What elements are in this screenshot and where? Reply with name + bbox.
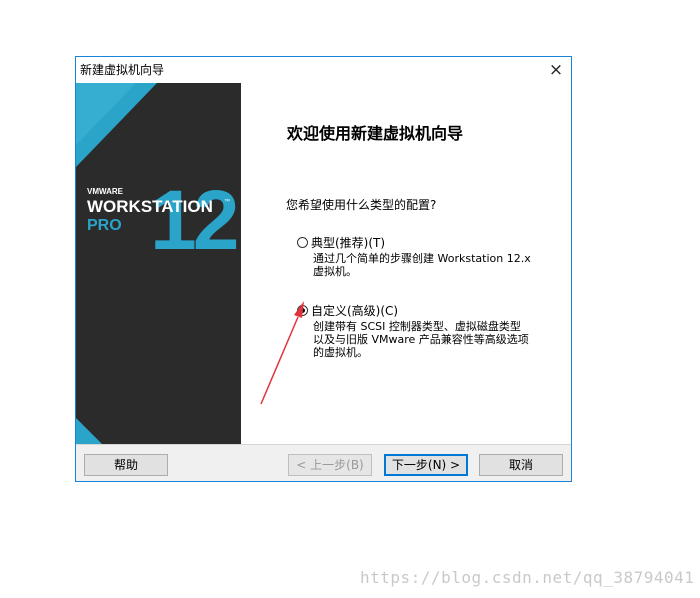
page-title: 欢迎使用新建虚拟机向导 — [287, 124, 464, 143]
workstation-logo: 12 VMWARE WORKSTATION ™ PRO — [76, 83, 241, 444]
back-button[interactable]: < 上一步(B) — [288, 454, 372, 476]
custom-description-line: 创建带有 SCSI 控制器类型、虚拟磁盘类型 — [313, 320, 521, 333]
custom-option[interactable]: 自定义(高级)(C) — [297, 302, 398, 319]
window-title: 新建虚拟机向导 — [80, 63, 165, 77]
next-button[interactable]: 下一步(N) > — [384, 454, 468, 476]
custom-radio[interactable] — [297, 305, 308, 316]
product-name: WORKSTATION — [87, 197, 213, 216]
title-bar: 新建虚拟机向导 × — [76, 57, 571, 83]
help-button[interactable]: 帮助 — [84, 454, 168, 476]
custom-description-line: 的虚拟机。 — [313, 346, 368, 359]
cancel-button[interactable]: 取消 — [479, 454, 563, 476]
trademark-symbol: ™ — [224, 198, 230, 205]
wizard-content: 欢迎使用新建虚拟机向导 您希望使用什么类型的配置? 典型(推荐)(T) 通过几个… — [241, 83, 571, 444]
new-vm-wizard-dialog: 新建虚拟机向导 × 12 VMWARE WORKSTATION ™ PRO 欢迎… — [75, 56, 572, 482]
workstation-banner: 12 VMWARE WORKSTATION ™ PRO — [76, 83, 241, 444]
custom-label: 自定义(高级)(C) — [311, 304, 399, 318]
typical-description-line: 通过几个简单的步骤创建 Workstation 12.x — [313, 252, 531, 265]
edition-label: PRO — [87, 217, 122, 234]
typical-radio[interactable] — [297, 237, 308, 248]
typical-label: 典型(推荐)(T) — [311, 236, 386, 250]
typical-description-line: 虚拟机。 — [313, 265, 357, 278]
vmware-brand: VMWARE — [87, 187, 124, 196]
wizard-footer: 帮助 < 上一步(B) 下一步(N) > 取消 — [76, 444, 571, 481]
config-question: 您希望使用什么类型的配置? — [286, 198, 437, 212]
typical-description: 通过几个简单的步骤创建 Workstation 12.x 虚拟机。 — [313, 252, 563, 278]
custom-description: 创建带有 SCSI 控制器类型、虚拟磁盘类型 以及与旧版 VMware 产品兼容… — [313, 320, 563, 359]
typical-option[interactable]: 典型(推荐)(T) — [297, 234, 385, 251]
close-icon[interactable]: × — [541, 57, 571, 83]
version-number: 12 — [150, 173, 237, 267]
custom-description-line: 以及与旧版 VMware 产品兼容性等高级选项 — [313, 333, 529, 346]
watermark: https://blog.csdn.net/qq_38794041 — [360, 568, 695, 587]
